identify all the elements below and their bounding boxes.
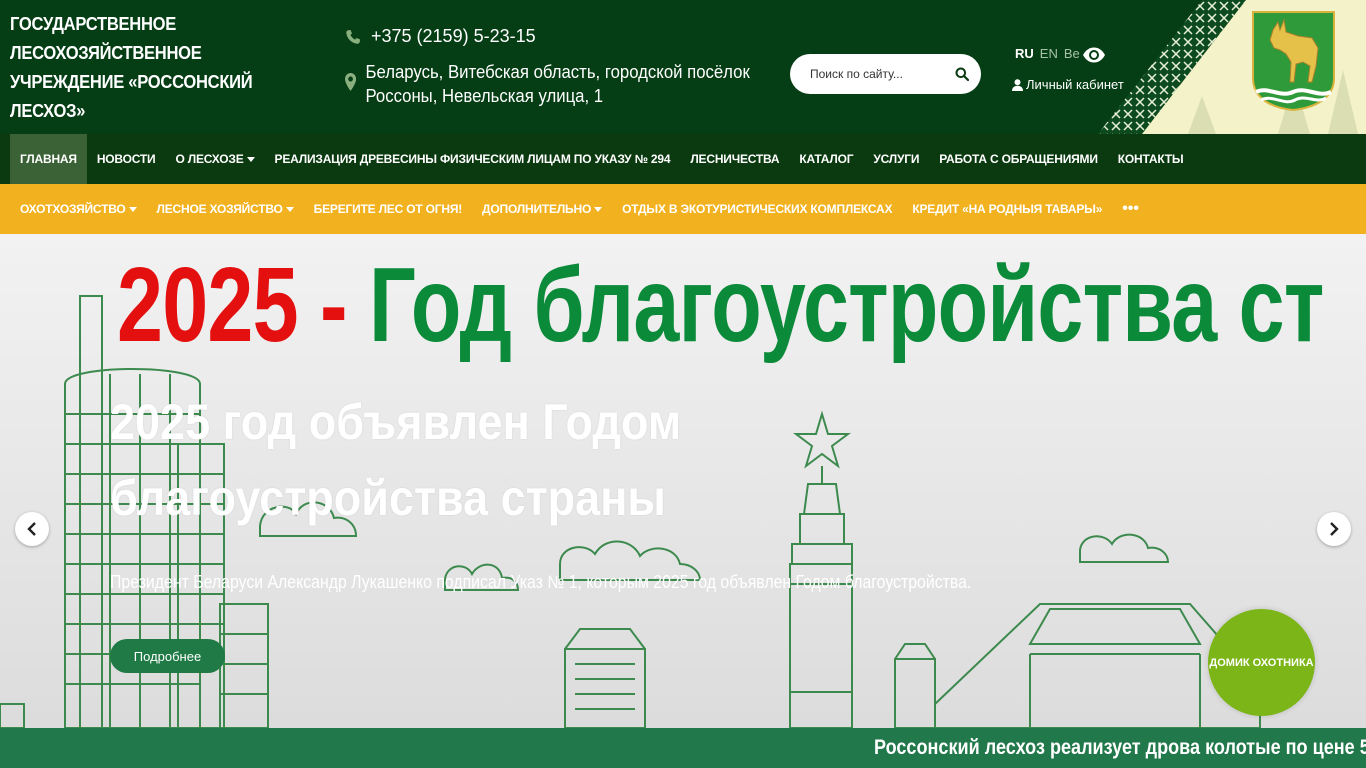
hunter-house-button[interactable]: ДОМИК ОХОТНИКА [1208,609,1315,716]
nav-item-label: РАБОТА С ОБРАЩЕНИЯМИ [939,152,1098,166]
nav-item-forestries[interactable]: ЛЕСНИЧЕСТВА [680,134,789,184]
chevron-right-icon [1330,522,1339,536]
nav-item-additional[interactable]: ДОПОЛНИТЕЛЬНО [472,184,612,234]
slider-prev-button[interactable] [15,512,49,546]
coat-of-arms-moose-icon [1252,11,1335,112]
lang-be[interactable]: Be [1064,46,1080,61]
read-more-button[interactable]: Подробнее [110,639,225,673]
search-input[interactable] [810,67,950,81]
nav-item-label: БЕРЕГИТЕ ЛЕС ОТ ОГНЯ! [313,202,463,216]
news-ticker: Россонский лесхоз реализует дрова колоты… [0,728,1366,768]
nav-item-label: О ЛЕСХОЗЕ [175,152,244,166]
nav-item-appeals[interactable]: РАБОТА С ОБРАЩЕНИЯМИ [929,134,1108,184]
nav-item-label: ОХОТХОЗЯЙСТВО [20,202,126,216]
slide-title: 2025 год объявлен Годом благоустройства … [110,394,682,526]
nav-item-about[interactable]: О ЛЕСХОЗЕ [165,134,264,184]
slide-description: Президент Беларуси Александр Лукашенко п… [110,572,972,592]
nav-item-label: ГЛАВНАЯ [20,152,77,166]
nav-item-contacts[interactable]: КОНТАКТЫ [1108,134,1194,184]
caret-down-icon [128,206,137,212]
address-line-1: Беларусь, Витебская область, городской п… [365,62,750,82]
lang-en[interactable]: EN [1040,46,1058,61]
secondary-navigation: ОХОТХОЗЯЙСТВО ЛЕСНОЕ ХОЗЯЙСТВО БЕРЕГИТЕ … [0,184,1366,234]
language-switcher: RU EN Be [1015,46,1086,61]
caret-down-icon [594,206,603,212]
caret-down-icon [246,156,255,162]
caret-down-icon [285,206,294,212]
organization-name[interactable]: ГОСУДАРСТВЕННОЕ ЛЕСОХОЗЯЙСТВЕННОЕ УЧРЕЖД… [10,10,258,126]
nav-item-label: ДОПОЛНИТЕЛЬНО [482,202,592,216]
lang-ru[interactable]: RU [1015,46,1034,61]
address-line-2: Россоны, Невельская улица, 1 [365,86,604,106]
phone-icon [345,29,361,45]
nav-item-fire-safety[interactable]: БЕРЕГИТЕ ЛЕС ОТ ОГНЯ! [304,184,472,234]
nav-item-label: ЛЕСНОЕ ХОЗЯЙСТВО [156,202,283,216]
header-ornament [1098,0,1366,134]
main-navigation: ГЛАВНАЯ НОВОСТИ О ЛЕСХОЗЕ РЕАЛИЗАЦИЯ ДРЕ… [0,134,1366,184]
banner-heading: 2025 - Год благоустройства ст [117,250,1324,360]
banner-text: Год благоустройства ст [368,246,1324,364]
chevron-left-icon [27,522,36,536]
nav-item-label: КРЕДИТ «НА РОДНЫЯ ТАВАРЫ» [912,202,1103,216]
nav-item-label: УСЛУГИ [873,152,920,166]
address: Беларусь, Витебская область, городской п… [345,60,756,108]
nav-item-news[interactable]: НОВОСТИ [87,134,166,184]
site-header: ГОСУДАРСТВЕННОЕ ЛЕСОХОЗЯЙСТВЕННОЕ УЧРЕЖД… [0,0,1366,134]
nav-item-label: РЕАЛИЗАЦИЯ ДРЕВЕСИНЫ ФИЗИЧЕСКИМ ЛИЦАМ ПО… [274,152,671,166]
nav-item-label: ЛЕСНИЧЕСТВА [690,152,780,166]
nav-item-credit[interactable]: КРЕДИТ «НА РОДНЫЯ ТАВАРЫ» [902,184,1112,234]
banner-year: 2025 - [117,246,348,364]
user-icon [1012,78,1023,91]
phone-contact[interactable]: +375 (2159) 5-23-15 [345,26,536,47]
nav-item-label: КАТАЛОГ [799,152,854,166]
nav-item-label: ОТДЫХ В ЭКОТУРИСТИЧЕСКИХ КОМПЛЕКСАХ [622,202,893,216]
phone-number[interactable]: +375 (2159) 5-23-15 [371,26,536,47]
nav-item-catalog[interactable]: КАТАЛОГ [789,134,863,184]
map-marker-icon [345,73,358,108]
slider-next-button[interactable] [1317,512,1351,546]
hero-slider: 2025 - Год благоустройства ст 2025 год о… [0,234,1366,728]
nav-item-label: НОВОСТИ [96,152,156,166]
nav-item-forestry[interactable]: ЛЕСНОЕ ХОЗЯЙСТВО [147,184,304,234]
nav-item-ecotourism[interactable]: ОТДЫХ В ЭКОТУРИСТИЧЕСКИХ КОМПЛЕКСАХ [612,184,902,234]
nav-item-services[interactable]: УСЛУГИ [863,134,929,184]
more-menu-icon[interactable]: ••• [1112,184,1149,234]
nav-item-home[interactable]: ГЛАВНАЯ [10,134,87,184]
search-icon[interactable] [955,67,969,81]
nav-item-hunting[interactable]: ОХОТХОЗЯЙСТВО [10,184,147,234]
ticker-text[interactable]: Россонский лесхоз реализует дрова колоты… [874,736,1366,760]
nav-item-label: КОНТАКТЫ [1117,152,1184,166]
nav-item-wood-sale[interactable]: РЕАЛИЗАЦИЯ ДРЕВЕСИНЫ ФИЗИЧЕСКИМ ЛИЦАМ ПО… [265,134,681,184]
search-box [790,54,981,94]
